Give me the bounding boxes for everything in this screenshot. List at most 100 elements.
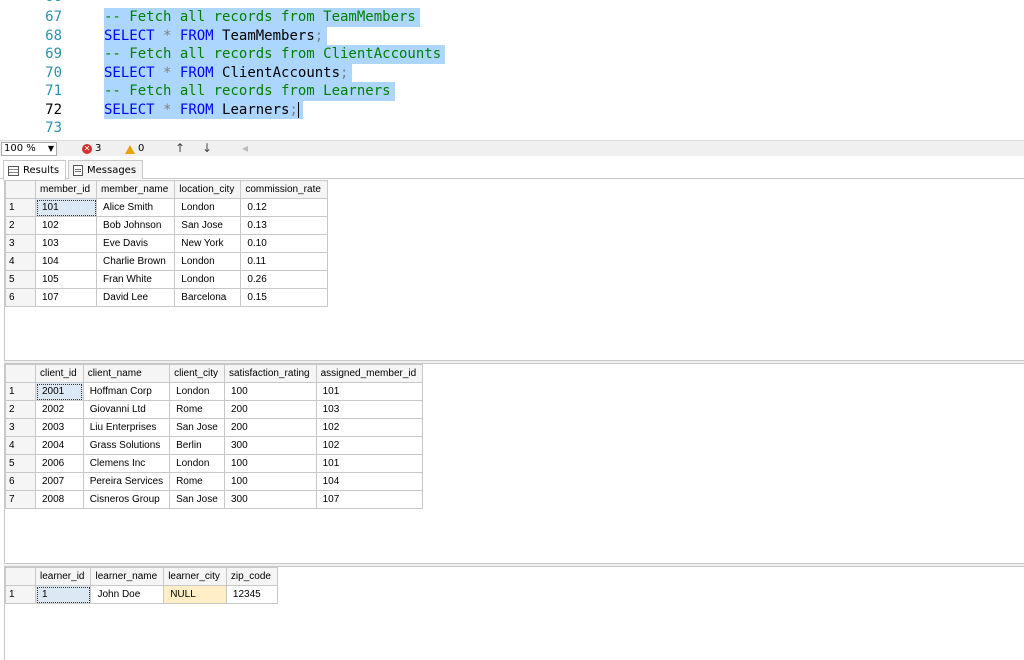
grid-cell[interactable]: Charlie Brown <box>96 252 176 271</box>
grid-cell[interactable]: 200 <box>223 418 317 437</box>
table-row[interactable]: 5 105 Fran White London 0.26 <box>5 270 328 289</box>
column-header[interactable]: location_city <box>174 180 242 199</box>
grid-cell[interactable]: San Jose <box>174 216 242 235</box>
grid-cell[interactable]: 101 <box>315 382 424 401</box>
error-count[interactable]: ✕ 3 <box>82 142 101 156</box>
column-header[interactable]: member_id <box>34 180 98 199</box>
editor-line[interactable]: 67 -- Fetch all records from TeamMembers <box>0 8 1024 27</box>
grid-cell[interactable]: 101 <box>315 454 424 473</box>
grid-cell[interactable]: Cisneros Group <box>82 490 171 509</box>
column-header[interactable]: commission_rate <box>240 180 328 199</box>
grid-cell[interactable]: NULL <box>163 585 227 604</box>
grid-corner[interactable] <box>5 567 36 586</box>
grid-cell[interactable]: Bob Johnson <box>96 216 176 235</box>
result-grid[interactable]: learner_id learner_name learner_city zip_co… <box>5 567 278 604</box>
grid-cell[interactable]: 0.15 <box>240 288 328 307</box>
row-number[interactable]: 7 <box>5 490 36 509</box>
grid-cell[interactable]: 300 <box>223 490 317 509</box>
column-header[interactable]: assigned_member_id <box>315 364 424 383</box>
column-header[interactable]: member_name <box>96 180 176 199</box>
grid-cell[interactable]: 200 <box>223 400 317 419</box>
table-row[interactable]: 1 101 Alice Smith London 0.12 <box>5 198 328 217</box>
column-header[interactable]: zip_code <box>225 567 278 586</box>
grid-cell[interactable]: Liu Enterprises <box>82 418 171 437</box>
grid-cell[interactable]: London <box>174 198 242 217</box>
row-number[interactable]: 1 <box>5 382 36 401</box>
result-grid[interactable]: client_id client_name client_city satisfact… <box>5 364 424 509</box>
row-number[interactable]: 6 <box>5 472 36 491</box>
grid-cell[interactable]: 102 <box>315 418 424 437</box>
row-number[interactable]: 4 <box>5 436 36 455</box>
grid-cell[interactable]: 2008 <box>35 490 84 509</box>
grid-cell[interactable]: 100 <box>223 382 317 401</box>
grid-cell[interactable]: 2002 <box>35 400 84 419</box>
editor-line[interactable]: 70 SELECT * FROM ClientAccounts; <box>0 63 1024 82</box>
grid-cell[interactable]: Rome <box>169 400 225 419</box>
tab-results[interactable]: Results <box>3 160 67 180</box>
row-number[interactable]: 1 <box>5 585 36 604</box>
row-number[interactable]: 4 <box>5 252 36 271</box>
grid-cell[interactable]: 2004 <box>35 436 84 455</box>
table-row[interactable]: 7 2008 Cisneros Group San Jose 300 107 <box>5 490 424 509</box>
query-editor[interactable]: 66 67 -- Fetch all records from TeamMembe… <box>0 0 1024 140</box>
column-header[interactable]: learner_city <box>163 567 227 586</box>
grid-cell[interactable]: London <box>174 270 242 289</box>
grid-cell[interactable]: 2003 <box>35 418 84 437</box>
editor-line[interactable]: 72 SELECT * FROM Learners; <box>0 100 1024 119</box>
column-header[interactable]: client_name <box>82 364 171 383</box>
code-text[interactable]: SELECT * FROM Learners; <box>104 100 303 119</box>
grid-cell[interactable]: San Jose <box>169 418 225 437</box>
column-header[interactable]: satisfaction_rating <box>223 364 317 383</box>
grid-cell[interactable]: 103 <box>34 234 98 253</box>
code-text[interactable]: SELECT * FROM ClientAccounts; <box>104 63 353 82</box>
grid-cell[interactable]: 1 <box>34 585 92 604</box>
grid-cell[interactable]: London <box>169 454 225 473</box>
row-number[interactable]: 3 <box>5 234 36 253</box>
table-row[interactable]: 6 107 David Lee Barcelona 0.15 <box>5 288 328 307</box>
result-pane-1[interactable]: member_id member_name location_city commiss… <box>4 180 1024 360</box>
grid-cell[interactable]: Hoffman Corp <box>82 382 171 401</box>
table-row[interactable]: 1 2001 Hoffman Corp London 100 101 <box>5 382 424 401</box>
grid-cell[interactable]: 102 <box>315 436 424 455</box>
column-header[interactable]: client_city <box>169 364 225 383</box>
editor-line[interactable]: 69 -- Fetch all records from ClientAccoun… <box>0 45 1024 64</box>
row-number[interactable]: 2 <box>5 216 36 235</box>
grid-cell[interactable]: 0.26 <box>240 270 328 289</box>
up-arrow-icon[interactable]: ↑ <box>175 141 185 156</box>
grid-cell[interactable]: Barcelona <box>174 288 242 307</box>
grid-cell[interactable]: Rome <box>169 472 225 491</box>
grid-cell[interactable]: 0.10 <box>240 234 328 253</box>
warning-count[interactable]: 0 <box>125 142 144 156</box>
grid-cell[interactable]: 103 <box>315 400 424 419</box>
row-number[interactable]: 5 <box>5 454 36 473</box>
table-row[interactable]: 6 2007 Pereira Services Rome 100 104 <box>5 472 424 491</box>
code-text[interactable]: -- Fetch all records from ClientAccounts <box>104 45 446 64</box>
result-pane-2[interactable]: client_id client_name client_city satisfact… <box>4 364 1024 563</box>
grid-cell[interactable]: David Lee <box>96 288 176 307</box>
grid-cell[interactable]: 2006 <box>35 454 84 473</box>
table-row[interactable]: 5 2006 Clemens Inc London 100 101 <box>5 454 424 473</box>
column-header[interactable]: learner_name <box>90 567 165 586</box>
grid-cell[interactable]: Alice Smith <box>96 198 176 217</box>
grid-cell[interactable]: London <box>169 382 225 401</box>
grid-cell[interactable]: 2007 <box>35 472 84 491</box>
grid-cell[interactable]: Berlin <box>169 436 225 455</box>
table-row[interactable]: 2 2002 Giovanni Ltd Rome 200 103 <box>5 400 424 419</box>
zoom-dropdown[interactable]: 100 % ▼ <box>1 142 57 156</box>
grid-cell[interactable]: Grass Solutions <box>82 436 171 455</box>
grid-cell[interactable]: New York <box>174 234 242 253</box>
code-text[interactable]: -- Fetch all records from Learners <box>104 82 395 101</box>
grid-cell[interactable]: San Jose <box>169 490 225 509</box>
row-number[interactable]: 5 <box>5 270 36 289</box>
column-header[interactable]: learner_id <box>34 567 92 586</box>
grid-cell[interactable]: Fran White <box>96 270 176 289</box>
table-row[interactable]: 2 102 Bob Johnson San Jose 0.13 <box>5 216 328 235</box>
table-row[interactable]: 3 103 Eve Davis New York 0.10 <box>5 234 328 253</box>
result-pane-3[interactable]: learner_id learner_name learner_city zip_co… <box>4 567 1024 660</box>
editor-line[interactable]: 71 -- Fetch all records from Learners <box>0 82 1024 101</box>
grid-cell[interactable]: 0.12 <box>240 198 328 217</box>
grid-cell[interactable]: 100 <box>223 472 317 491</box>
grid-cell[interactable]: 100 <box>223 454 317 473</box>
grid-cell[interactable]: 107 <box>315 490 424 509</box>
grid-cell[interactable]: 2001 <box>35 382 84 401</box>
